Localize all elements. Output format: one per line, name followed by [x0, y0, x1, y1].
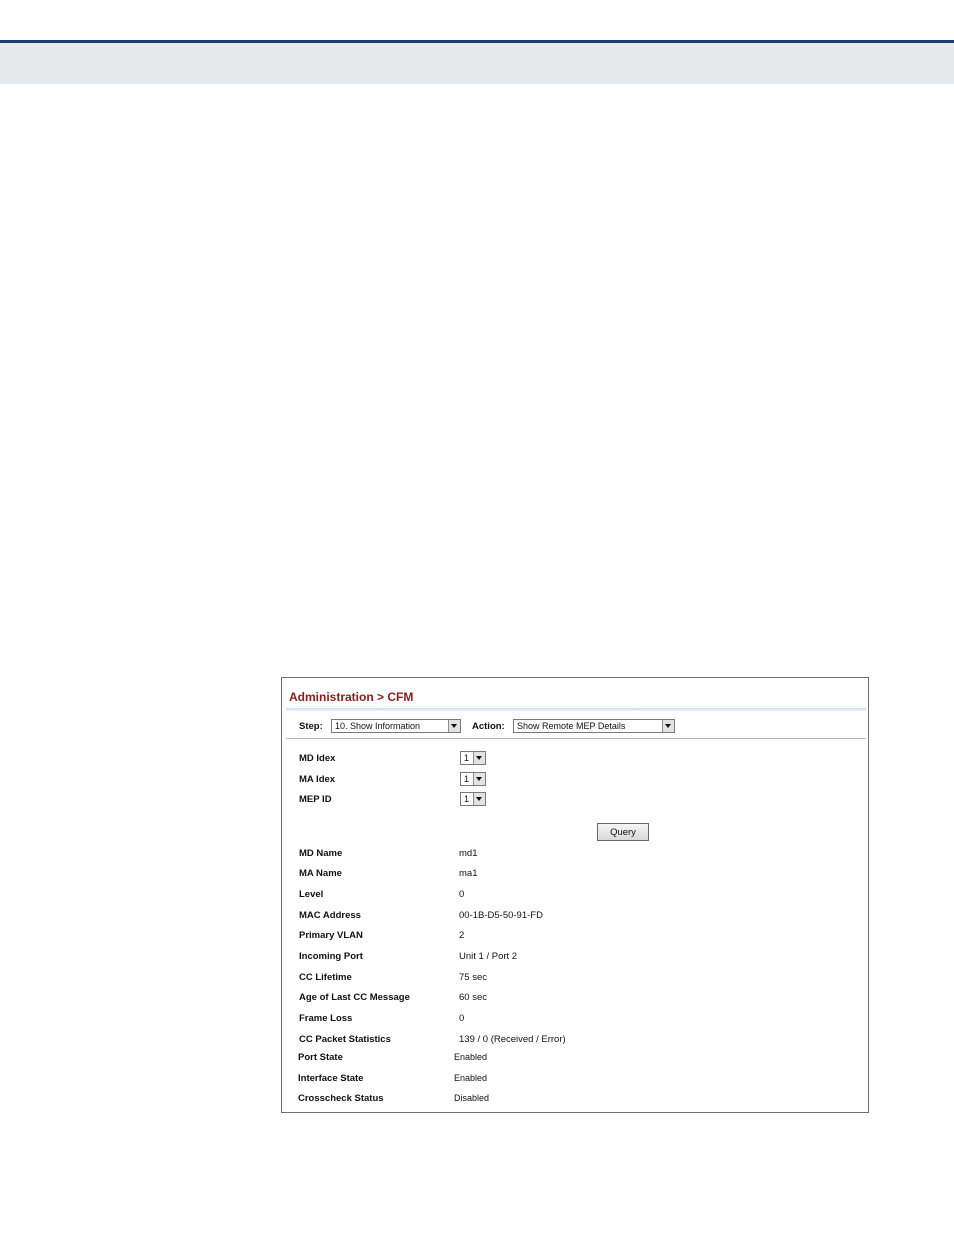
detail-label-incoming-port: Incoming Port [299, 951, 363, 962]
detail-label-interface-state: Interface State [298, 1073, 364, 1084]
detail-value-port-state: Enabled [454, 1052, 488, 1062]
chevron-down-icon[interactable] [473, 773, 485, 785]
detail-value-crosscheck-status: Disabled [454, 1093, 490, 1103]
chevron-down-icon[interactable] [473, 793, 485, 805]
mep-id-label: MEP ID [299, 794, 332, 805]
detail-value-cc-packet-statistics: 139 / 0 (Received / Error) [459, 1034, 566, 1045]
detail-value-ma-name: ma1 [459, 868, 478, 879]
chevron-down-icon[interactable] [473, 752, 485, 764]
title-divider [286, 708, 866, 711]
detail-value-age-of-last-cc: 60 sec [459, 992, 487, 1003]
chevron-down-icon[interactable] [448, 720, 460, 732]
detail-label-mac-address: MAC Address [299, 910, 361, 921]
md-index-value: 1 [464, 753, 470, 763]
detail-value-cc-lifetime: 75 sec [459, 972, 487, 983]
action-select-value: Show Remote MEP Details [517, 721, 626, 731]
ma-index-label: MA Idex [299, 774, 336, 785]
chevron-down-icon[interactable] [662, 720, 674, 732]
detail-value-incoming-port: Unit 1 / Port 2 [459, 951, 518, 962]
detail-label-ma-name: MA Name [299, 868, 342, 879]
step-label: Step: [299, 721, 323, 732]
detail-value-frame-loss: 0 [459, 1013, 465, 1024]
ma-index-select[interactable]: 1 [460, 772, 486, 786]
detail-label-crosscheck-status: Crosscheck Status [298, 1093, 384, 1104]
detail-value-md-name: md1 [459, 848, 478, 859]
cfm-panel: Administration > CFM Step: 10. Show Info… [281, 677, 869, 1113]
detail-label-md-name: MD Name [299, 848, 343, 859]
mep-id-value: 1 [464, 794, 470, 804]
action-label: Action: [472, 721, 505, 732]
action-select[interactable]: Show Remote MEP Details [513, 719, 675, 733]
step-divider [286, 738, 866, 739]
step-select[interactable]: 10. Show Information [331, 719, 461, 733]
md-index-select[interactable]: 1 [460, 751, 486, 765]
md-index-label: MD Idex [299, 753, 336, 764]
detail-label-level: Level [299, 889, 324, 900]
detail-label-frame-loss: Frame Loss [299, 1013, 353, 1024]
detail-value-interface-state: Enabled [454, 1073, 488, 1083]
detail-value-mac-address: 00-1B-D5-50-91-FD [459, 910, 543, 921]
detail-label-cc-packet-statistics: CC Packet Statistics [299, 1034, 391, 1045]
ma-index-value: 1 [464, 774, 470, 784]
detail-value-level: 0 [459, 889, 465, 900]
query-button[interactable]: Query [597, 823, 649, 841]
mep-id-select[interactable]: 1 [460, 792, 486, 806]
detail-label-port-state: Port State [298, 1052, 343, 1063]
detail-label-primary-vlan: Primary VLAN [299, 930, 363, 941]
header-band [0, 43, 954, 84]
detail-value-primary-vlan: 2 [459, 930, 465, 941]
page-title: Administration > CFM [289, 690, 414, 704]
detail-label-age-of-last-cc: Age of Last CC Message [299, 992, 410, 1003]
detail-label-cc-lifetime: CC Lifetime [299, 972, 352, 983]
step-select-value: 10. Show Information [335, 721, 421, 731]
